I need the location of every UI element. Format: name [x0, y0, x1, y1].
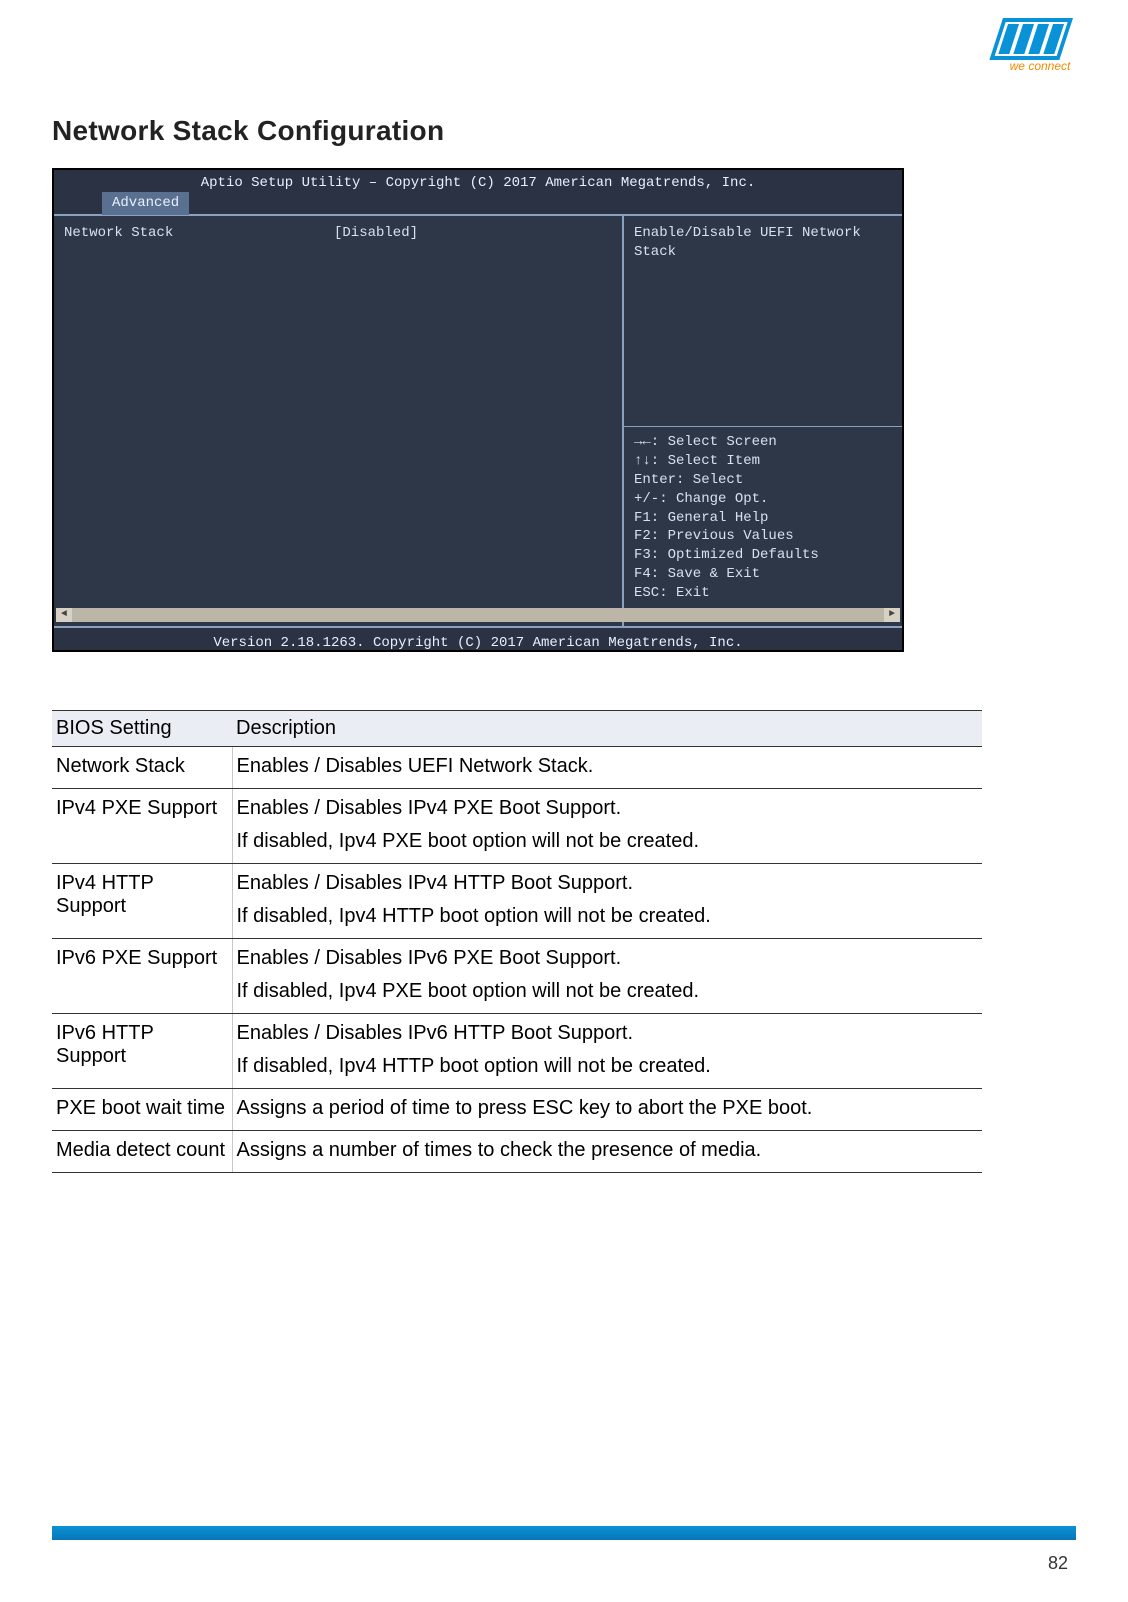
bios-setting-row[interactable]: Network Stack [Disabled] — [64, 224, 612, 243]
bios-key-line: F4: Save & Exit — [634, 565, 892, 584]
bios-settings-pane: Network Stack [Disabled] — [54, 216, 622, 626]
bios-key-line: ESC: Exit — [634, 584, 892, 603]
bios-header: Aptio Setup Utility – Copyright (C) 2017… — [54, 170, 902, 192]
bios-key-line: →←: Select Screen — [634, 433, 892, 452]
description-cell: Assigns a period of time to press ESC ke… — [232, 1089, 982, 1131]
footer-bar — [52, 1526, 1076, 1540]
header-description: Description — [232, 711, 982, 747]
page-number: 82 — [1048, 1553, 1068, 1574]
description-cell: Assigns a number of times to check the p… — [232, 1131, 982, 1173]
scroll-left-icon[interactable]: ◄ — [56, 608, 72, 622]
via-logo-icon: we connect — [974, 18, 1094, 78]
table-row: Media detect count Assigns a number of t… — [52, 1131, 982, 1173]
table-row: IPv6 PXE Support Enables / Disables IPv6… — [52, 939, 982, 1014]
setting-cell: IPv6 HTTP Support — [52, 1014, 232, 1089]
bios-key-line: +/-: Change Opt. — [634, 490, 892, 509]
description-cell: Enables / Disables IPv6 PXE Boot Support… — [232, 939, 982, 1014]
table-row: IPv4 PXE Support Enables / Disables IPv4… — [52, 789, 982, 864]
setting-cell: IPv4 HTTP Support — [52, 864, 232, 939]
description-cell: Enables / Disables UEFI Network Stack. — [232, 747, 982, 789]
brand-logo: we connect — [974, 18, 1094, 78]
table-row: IPv6 HTTP Support Enables / Disables IPv… — [52, 1014, 982, 1089]
table-row: Network Stack Enables / Disables UEFI Ne… — [52, 747, 982, 789]
setting-cell: Media detect count — [52, 1131, 232, 1173]
bios-key-line: F1: General Help — [634, 509, 892, 528]
bios-key-help: →←: Select Screen ↑↓: Select Item Enter:… — [634, 426, 892, 603]
header-bios-setting: BIOS Setting — [52, 711, 232, 747]
table-row: IPv4 HTTP Support Enables / Disables IPv… — [52, 864, 982, 939]
setting-cell: Network Stack — [52, 747, 232, 789]
bios-key-line: Enter: Select — [634, 471, 892, 490]
bios-screenshot: Aptio Setup Utility – Copyright (C) 2017… — [52, 168, 904, 652]
description-cell: Enables / Disables IPv4 HTTP Boot Suppor… — [232, 864, 982, 939]
bios-footer: Version 2.18.1263. Copyright (C) 2017 Am… — [54, 626, 902, 652]
bios-setting-label: Network Stack — [64, 224, 334, 243]
bios-help-text: Enable/Disable UEFI Network Stack — [634, 224, 892, 262]
bios-description-table: BIOS Setting Description Network Stack E… — [52, 710, 982, 1173]
bios-setting-value: [Disabled] — [334, 224, 612, 243]
setting-cell: PXE boot wait time — [52, 1089, 232, 1131]
bios-key-line: ↑↓: Select Item — [634, 452, 892, 471]
description-cell: Enables / Disables IPv4 PXE Boot Support… — [232, 789, 982, 864]
setting-cell: IPv6 PXE Support — [52, 939, 232, 1014]
scroll-right-icon[interactable]: ► — [884, 608, 900, 622]
section-title: Network Stack Configuration — [52, 115, 444, 147]
bios-tab-bar: Advanced — [54, 192, 902, 214]
bios-help-pane: Enable/Disable UEFI Network Stack →←: Se… — [622, 216, 902, 626]
setting-cell: IPv4 PXE Support — [52, 789, 232, 864]
brand-tagline: we connect — [1010, 59, 1071, 73]
bios-key-line: F3: Optimized Defaults — [634, 546, 892, 565]
bios-key-line: F2: Previous Values — [634, 527, 892, 546]
bios-tab-advanced[interactable]: Advanced — [102, 192, 189, 215]
description-cell: Enables / Disables IPv6 HTTP Boot Suppor… — [232, 1014, 982, 1089]
table-header-row: BIOS Setting Description — [52, 711, 982, 747]
bios-scrollbar[interactable]: ◄ ► — [56, 608, 900, 622]
table-row: PXE boot wait time Assigns a period of t… — [52, 1089, 982, 1131]
